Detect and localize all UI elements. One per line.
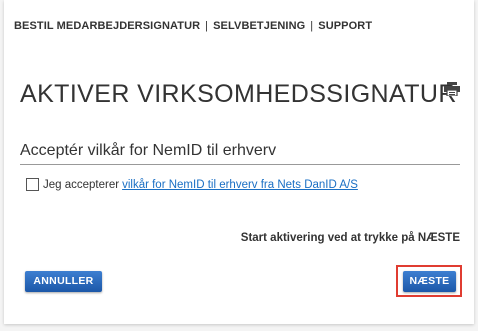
cancel-button[interactable]: ANNULLER	[25, 271, 102, 292]
section-divider	[20, 164, 460, 165]
accept-terms-checkbox[interactable]	[26, 178, 39, 191]
accept-terms-label: Jeg accepterer	[43, 178, 120, 191]
terms-link[interactable]: vilkår for NemID til erhverv fra Nets Da…	[122, 179, 358, 191]
terms-heading: Acceptér vilkår for NemID til erhverv	[20, 142, 277, 159]
next-button[interactable]: NÆSTE	[403, 271, 456, 292]
printer-icon[interactable]	[444, 82, 460, 96]
activation-hint: Start aktivering ved at trykke på NÆSTE	[240, 232, 460, 244]
top-navigation: BESTIL MEDARBEJDERSIGNATUR | SELVBETJENING…	[14, 20, 372, 32]
nav-link-support[interactable]: SUPPORT	[318, 20, 372, 32]
nav-separator: |	[310, 20, 314, 32]
nav-separator: |	[205, 20, 209, 32]
page-container: BESTIL MEDARBEJDERSIGNATUR | SELVBETJENING…	[4, 0, 474, 324]
nav-link-order-employee-signature[interactable]: BESTIL MEDARBEJDERSIGNATUR	[14, 20, 200, 32]
page-title: AKTIVER VIRKSOMHEDSSIGNATUR	[20, 80, 457, 108]
accept-terms-row: Jeg accepterer vilkår for NemID til erhv…	[26, 178, 358, 191]
nav-link-self-service[interactable]: SELVBETJENING	[213, 20, 305, 32]
